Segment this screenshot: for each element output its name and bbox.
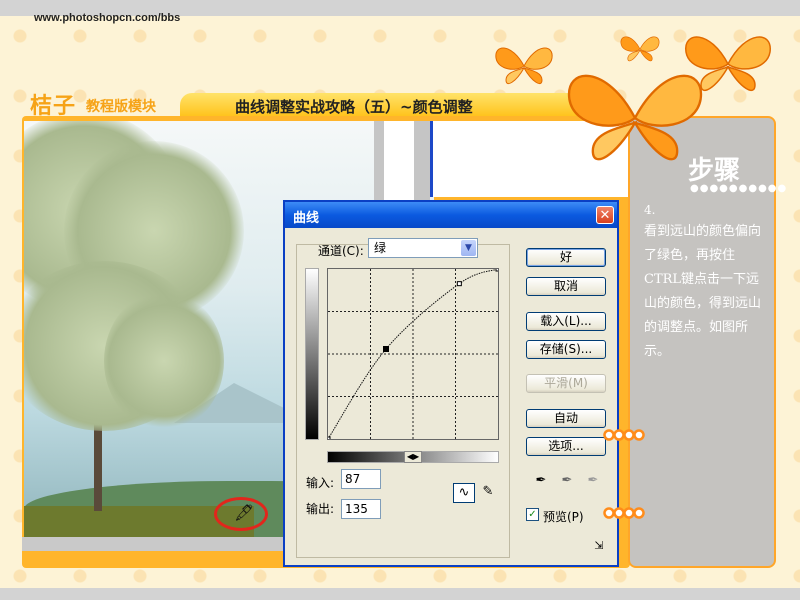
curve-grid [328,269,498,439]
preview-label: 预览(P) [543,510,584,524]
options-button[interactable]: 选项... [526,437,606,456]
bottom-bar [0,588,800,600]
site-url[interactable]: www.photoshopcn.com/bbs [34,12,180,24]
rings-decoration-icon [603,507,645,519]
rings-decoration-icon [603,429,645,441]
curve-point[interactable] [495,266,501,272]
output-gradient-bar [305,268,319,440]
gray-eyedropper-icon[interactable]: ✒ [556,472,578,492]
channel-select[interactable]: 绿 ▼ [368,238,478,258]
smooth-button[interactable]: 平滑(M) [526,374,606,393]
curve-point[interactable] [383,346,389,352]
brand-subtitle: 教程版模块 [86,99,156,115]
channel-label: 通道(C): [318,244,364,258]
close-icon[interactable]: ✕ [596,206,614,224]
butterfly-icon [567,74,703,161]
preview-checkbox[interactable]: ✓ [526,508,539,521]
white-panel [384,121,414,201]
output-label: 输出: [306,502,335,516]
eyedropper-cursor-icon: 🖋 [234,503,255,522]
pencil-icon[interactable]: ✎ [477,483,499,503]
channel-value: 绿 [374,241,387,255]
auto-button[interactable]: 自动 [526,409,606,428]
page-title: 曲线调整实战攻略（五）~颜色调整 [235,98,473,116]
tree-crown [104,291,224,431]
curve-graph[interactable] [325,266,501,442]
white-eyedropper-icon[interactable]: ✒ [582,472,604,492]
ok-button[interactable]: 好 [526,248,606,267]
resize-icon[interactable]: ⇲ [588,537,610,557]
dialog-title: 曲线 [293,211,320,226]
step-text: 看到远山的颜色偏向了绿色，再按住CTRL键点击一下远山的颜色，得到远山的调整点。… [644,224,762,359]
curve-point[interactable] [456,281,462,287]
cancel-button[interactable]: 取消 [526,277,606,296]
input-label: 输入: [306,476,335,490]
input-field[interactable]: 87 [341,469,381,489]
curve-point[interactable] [325,436,331,442]
chevron-down-icon[interactable]: ▼ [461,240,476,256]
load-button[interactable]: 载入(L)... [526,312,606,331]
curve-tool-icon[interactable]: ∿ [453,483,475,503]
save-button[interactable]: 存储(S)... [526,340,606,359]
gradient-toggle-icon[interactable]: ◀▶ [404,451,422,463]
black-eyedropper-icon[interactable]: ✒ [530,472,552,492]
curve-svg[interactable] [325,266,501,442]
output-field[interactable]: 135 [341,499,381,519]
photo-scrollbar[interactable] [22,537,292,551]
dialog-titlebar[interactable]: 曲线 ✕ [285,202,617,228]
butterfly-icon [495,47,553,84]
step-number: 4. [644,203,656,217]
